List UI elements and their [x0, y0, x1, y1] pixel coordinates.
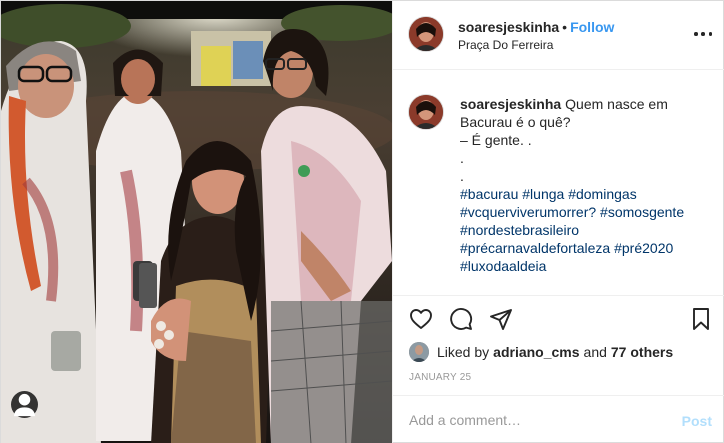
location-link[interactable]: Praça Do Ferreira — [458, 38, 553, 52]
separator-dot: • — [562, 19, 568, 35]
likes-summary: Liked by adriano_cms and 77 others — [409, 342, 677, 362]
instagram-post: soaresjeskinha • Follow Praça Do Ferreira … — [0, 0, 724, 443]
liker-username[interactable]: adriano_cms — [493, 344, 579, 360]
hashtag-line[interactable]: #précarnavaldefortaleza #pré2020 — [460, 239, 715, 257]
save-button[interactable] — [689, 307, 715, 333]
bookmark-icon — [693, 308, 709, 330]
hashtag-line[interactable]: #bacurau #lunga #domingas — [460, 185, 715, 203]
likes-others-link[interactable]: 77 others — [611, 344, 673, 360]
comment-input[interactable] — [409, 412, 659, 428]
comment-button[interactable] — [449, 307, 475, 333]
post-comment-button[interactable]: Post — [682, 413, 712, 429]
avatar-image — [409, 95, 443, 129]
photo-illustration — [1, 1, 392, 443]
avatar-image — [409, 342, 429, 362]
caption-line: Quem nasce em — [565, 96, 668, 112]
caption-line: Bacurau é o quê? — [460, 114, 571, 130]
hashtag-line[interactable]: #nordestebrasileiro — [460, 221, 715, 239]
heart-icon — [410, 309, 432, 329]
likes-prefix: Liked by — [437, 344, 490, 360]
post-photo[interactable] — [1, 1, 392, 443]
comment-icon — [450, 308, 473, 330]
caption-username[interactable]: soaresjeskinha — [460, 96, 561, 112]
follow-button[interactable]: Follow — [570, 19, 614, 35]
post-header: soaresjeskinha • Follow Praça Do Ferreira — [393, 1, 724, 70]
post-date[interactable]: JANUARY 25 — [409, 372, 471, 383]
caption-line: – É gente. . — [460, 132, 532, 148]
hashtag-line[interactable]: #luxodaaldeia — [460, 257, 715, 275]
caption-line: . — [460, 168, 464, 184]
like-button[interactable] — [409, 307, 435, 333]
avatar-image — [409, 17, 443, 51]
post-sidebar: soaresjeskinha • Follow Praça Do Ferreira … — [392, 1, 724, 443]
author-username[interactable]: soaresjeskinha — [458, 19, 559, 35]
liker-avatar[interactable] — [409, 342, 429, 362]
hashtag-line[interactable]: #vcquerviverumorrer? #somosgente — [460, 203, 715, 221]
likes-conjunction: and — [583, 344, 607, 360]
share-button[interactable] — [489, 307, 515, 333]
person-icon — [13, 393, 36, 417]
more-options-icon[interactable] — [694, 25, 712, 43]
hashtag-list: #bacurau #lunga #domingas #vcquerviverum… — [460, 185, 715, 275]
tagged-people-button[interactable] — [11, 391, 38, 418]
author-avatar[interactable] — [409, 17, 443, 51]
caption-text: soaresjeskinha Quem nasce em Bacurau é o … — [460, 95, 715, 275]
action-bar — [393, 297, 724, 341]
caption-section: soaresjeskinha Quem nasce em Bacurau é o … — [393, 71, 724, 296]
share-icon — [490, 309, 512, 330]
caption-author-avatar[interactable] — [409, 95, 443, 129]
caption-line: . — [460, 150, 464, 166]
comment-form: Post — [393, 395, 724, 443]
